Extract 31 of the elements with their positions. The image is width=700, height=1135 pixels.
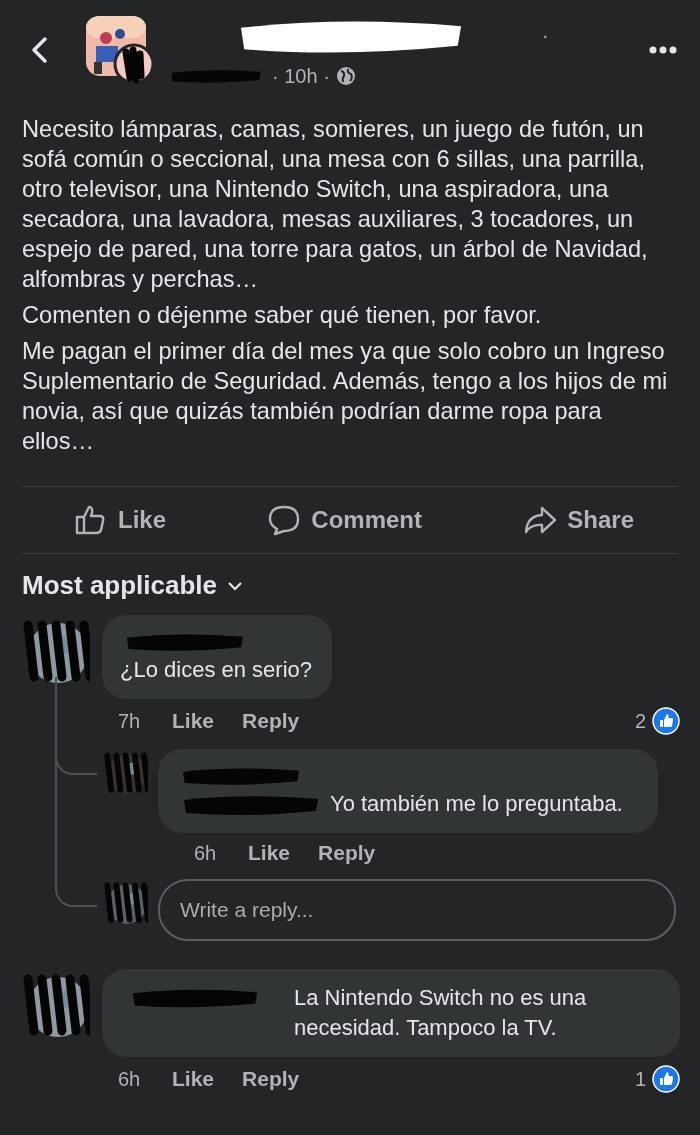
post-time: · 10h · (272, 64, 330, 88)
like-link[interactable]: Like (172, 709, 215, 733)
comment-text: La Nintendo Switch no es una necesidad. Tampoco la TV. (294, 984, 588, 1043)
like-button[interactable]: Like (70, 499, 171, 541)
post-text: Necesito lámparas, camas, somieres, un juego de futón, un sofá común o seccional, una mesa con 6 sillas, una parrilla, otro televisor, una Nintendo Switch, una aspiradora, una secadora, una lavadora, mesas auxiliares, 3 tocadores, un espejo de pared, una torre para gatos, un árbol de Navidad, alfombras y perchas… (22, 115, 649, 294)
like-badge-icon (652, 1065, 680, 1094)
reaction-count: 1 (634, 1067, 646, 1091)
reaction-count: 2 (634, 709, 646, 733)
post-text: Me pagan el primer día del mes ya que solo cobro un Ingreso Suplementario de Seguridad. Además, tengo a los hijos de mi novia, así que quizás también podrían darme ropa para ellos… (22, 337, 669, 456)
comment-text: ¿Lo dices en serio? (120, 657, 312, 682)
like-badge-icon (652, 707, 680, 735)
like-link[interactable]: Like (172, 1067, 215, 1092)
comment-time: 7h (118, 709, 142, 733)
sort-dropdown[interactable]: Most applicable (22, 570, 244, 601)
reply-link[interactable]: Reply (318, 841, 376, 866)
chevron-down-icon (227, 579, 244, 592)
reply-field[interactable]: Write a reply... (158, 879, 676, 942)
comment-time: 6h (194, 841, 218, 865)
comment-text: Yo también me lo preguntaba. (330, 791, 623, 816)
separator: · (542, 24, 549, 47)
share-button[interactable]: Share (519, 499, 638, 541)
post-text: Comenten o déjenme saber qué tienen, por favor. (22, 301, 543, 330)
reply-link[interactable]: Reply (242, 709, 300, 733)
comment-icon (267, 503, 302, 537)
comment-time: 6h (118, 1067, 142, 1091)
like-link[interactable]: Like (248, 841, 291, 866)
comment-button[interactable]: Comment (263, 499, 426, 541)
more-icon[interactable] (648, 45, 678, 55)
group-avatar (86, 16, 154, 84)
globe-icon (335, 66, 356, 86)
reply-link[interactable]: Reply (242, 1067, 300, 1092)
